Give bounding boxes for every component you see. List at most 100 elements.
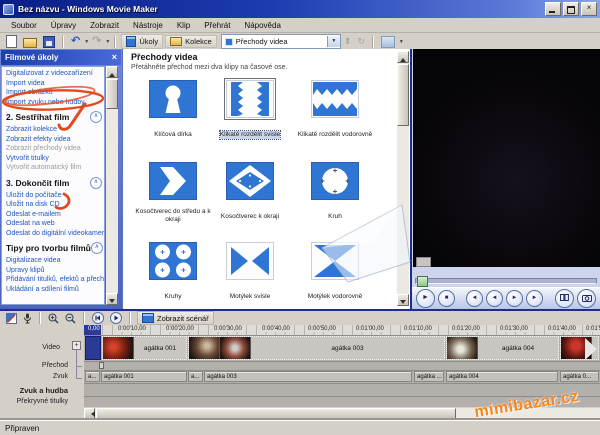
- play-timeline-icon[interactable]: [110, 312, 122, 324]
- audio-clip[interactable]: agátka 001: [101, 371, 187, 382]
- task-link-ulozit-do-pocitace[interactable]: Uložit do počítače: [6, 191, 104, 201]
- views-dropdown-icon[interactable]: ▼: [399, 39, 404, 45]
- close-button[interactable]: ×: [581, 2, 597, 16]
- transition-tile[interactable]: [224, 78, 276, 120]
- transition-tile[interactable]: [224, 240, 276, 282]
- location-combobox[interactable]: Přechody videa ▼: [221, 34, 341, 49]
- menu-item-klip[interactable]: Klip: [170, 19, 197, 32]
- task-link-import-obrazku[interactable]: Import obrázků: [6, 88, 104, 98]
- track-zvuk-a-hudba[interactable]: [84, 383, 600, 396]
- task-link-zobrazit-kolekce[interactable]: Zobrazit kolekce: [6, 125, 104, 135]
- transition-tile[interactable]: [224, 160, 276, 202]
- task-link-odeslat-do-digitalni-videokamery[interactable]: Odeslat do digitální videokamery: [6, 229, 104, 239]
- task-pane-close-icon[interactable]: ×: [112, 53, 117, 62]
- scroll-up-icon[interactable]: [397, 51, 409, 63]
- minimize-button[interactable]: [545, 2, 561, 16]
- task-link-odeslat-e-mailem[interactable]: Odeslat e-mailem: [6, 210, 104, 220]
- back-button[interactable]: ◄: [466, 290, 483, 307]
- scrollbar-thumb[interactable]: [397, 64, 409, 126]
- timeline-hscrollbar[interactable]: [84, 408, 600, 419]
- views-icon[interactable]: [381, 36, 395, 48]
- transition-tile[interactable]: [309, 78, 361, 120]
- transition-kosoctverec-k-okraji[interactable]: Kosočtverec k okraji: [212, 160, 288, 223]
- scroll-down-icon[interactable]: [106, 293, 118, 305]
- transition-tile[interactable]: [309, 160, 361, 202]
- audio-clip[interactable]: agátka 004: [446, 371, 558, 382]
- undo-icon[interactable]: ↶: [71, 36, 80, 47]
- audio-clip[interactable]: a...: [85, 371, 100, 382]
- audio-clip[interactable]: a...: [188, 371, 203, 382]
- task-link-zobrazit-efekty-videa[interactable]: Zobrazit efekty videa: [6, 135, 104, 145]
- menu-item-nastroje[interactable]: Nástroje: [126, 19, 170, 32]
- task-link-ukladani-a-sdileni-filmu[interactable]: Ukládání a sdílení filmů: [6, 285, 104, 295]
- transition-tile[interactable]: [147, 160, 199, 202]
- menu-item-upravy[interactable]: Úpravy: [44, 19, 83, 32]
- task-link-vytvorit-titulky[interactable]: Vytvořit titulky: [6, 154, 104, 164]
- maximize-button[interactable]: [563, 2, 579, 16]
- previous-frame-button[interactable]: ◄: [486, 290, 503, 307]
- transition-kosoctverec-do-stredu-a-k-okraji[interactable]: Kosočtverec do středu a k okraji: [135, 160, 211, 226]
- transition-motylek-vodorovne[interactable]: Motýlek vodorovně: [297, 240, 373, 303]
- scroll-left-icon[interactable]: [84, 408, 95, 419]
- narrate-timeline-icon[interactable]: [23, 313, 32, 324]
- monitor-size-button[interactable]: [416, 257, 431, 267]
- undo-dropdown-icon[interactable]: ▼: [84, 39, 89, 45]
- audio-clip[interactable]: agátka 003: [204, 371, 412, 382]
- audio-clip[interactable]: agátka ...: [414, 371, 444, 382]
- transition-tile[interactable]: [147, 240, 199, 282]
- transition-motylek-svisle[interactable]: Motýlek svisle: [212, 240, 288, 303]
- transition-tile[interactable]: [147, 78, 199, 120]
- rewind-timeline-icon[interactable]: [92, 312, 104, 324]
- task-link-upravy-klipu[interactable]: Úpravy klipů: [6, 266, 104, 276]
- menu-item-soubor[interactable]: Soubor: [4, 19, 44, 32]
- task-link-pridavani-titulku-efektu-a-prechodu[interactable]: Přidávání titulků, efektů a přechodů: [6, 275, 104, 285]
- selected-clip[interactable]: [85, 336, 101, 360]
- task-link-ulozit-na-disk-cd[interactable]: Uložit na disk CD: [6, 200, 104, 210]
- forward-button[interactable]: ►: [526, 290, 543, 307]
- show-storyboard-button[interactable]: Zobrazit scénář: [137, 311, 214, 325]
- audio-levels-icon[interactable]: [6, 313, 17, 324]
- audio-clip[interactable]: agátka 0...: [560, 371, 599, 382]
- transition-kruhy[interactable]: Kruhy: [135, 240, 211, 303]
- task-link-odeslat-na-web[interactable]: Odeslat na web: [6, 219, 104, 229]
- tasks-button[interactable]: Úkoly: [121, 34, 163, 49]
- split-clip-button[interactable]: [555, 289, 574, 308]
- task-link-digitalizace-videa[interactable]: Digitalizace videa: [6, 256, 104, 266]
- collapse-icon[interactable]: ∧: [90, 111, 102, 123]
- transition-clip[interactable]: [99, 362, 104, 369]
- play-button[interactable]: ►: [416, 289, 435, 308]
- seek-bar[interactable]: [415, 278, 597, 284]
- take-picture-button[interactable]: [577, 289, 596, 308]
- transition-kruh[interactable]: Kruh: [297, 160, 373, 223]
- task-link-import-videa[interactable]: Import videa: [6, 79, 104, 89]
- menu-item-prehrat[interactable]: Přehrát: [197, 19, 237, 32]
- video-clip[interactable]: agátka 003: [188, 336, 445, 360]
- collections-button[interactable]: Kolekce: [165, 35, 217, 48]
- video-clip[interactable]: agátka 001: [102, 336, 187, 360]
- track-prechod[interactable]: [84, 361, 600, 370]
- task-pane-scrollbar[interactable]: [106, 66, 118, 305]
- task-link-digitalizovat-z-videozarizeni[interactable]: Digitalizovat z videozařízení: [6, 69, 104, 79]
- combobox-dropdown-icon[interactable]: ▼: [327, 36, 340, 47]
- seek-thumb[interactable]: [417, 276, 428, 287]
- transition-tile[interactable]: [309, 240, 361, 282]
- transition-klikate-rozdelit-vodorovne[interactable]: Klikatě rozdělit vodorovně: [297, 78, 373, 141]
- menu-item-zobrazit[interactable]: Zobrazit: [83, 19, 126, 32]
- track-prekryvne-titulky[interactable]: [84, 396, 600, 407]
- zoom-in-icon[interactable]: [48, 313, 59, 324]
- task-link-import-zvuku-nebo-hudby[interactable]: Import zvuku nebo hudby: [6, 98, 104, 108]
- transition-klikate-rozdelit-svisle[interactable]: Klikatě rozdělit svisle: [212, 78, 288, 141]
- collapse-icon[interactable]: ∧: [91, 242, 103, 254]
- video-clip[interactable]: [560, 336, 599, 360]
- transition-klicova-dirka[interactable]: Klíčová dírka: [135, 78, 211, 141]
- menu-item-napoveda[interactable]: Nápověda: [237, 19, 287, 32]
- open-project-icon[interactable]: [23, 38, 37, 48]
- scroll-down-icon[interactable]: [397, 294, 409, 306]
- video-clip[interactable]: agátka 004: [446, 336, 559, 360]
- collapse-icon[interactable]: ∧: [90, 177, 102, 189]
- new-project-icon[interactable]: [6, 35, 17, 48]
- next-frame-button[interactable]: ►: [506, 290, 523, 307]
- stop-button[interactable]: ■: [438, 290, 455, 307]
- save-project-icon[interactable]: [43, 36, 55, 48]
- panel-scrollbar[interactable]: [397, 51, 409, 306]
